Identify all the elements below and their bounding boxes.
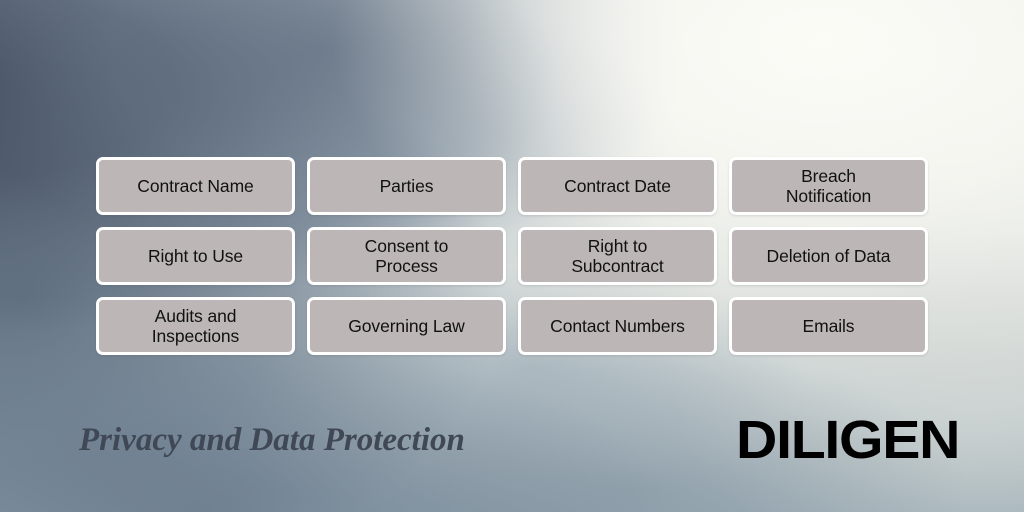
tile-breach-notification[interactable]: Breach Notification [729,157,928,215]
tile-label: Contract Name [137,176,254,196]
tile-consent-to-process[interactable]: Consent to Process [307,227,506,285]
tile-parties[interactable]: Parties [307,157,506,215]
tile-contract-date[interactable]: Contract Date [518,157,717,215]
tile-label: Deletion of Data [766,246,891,266]
tile-emails[interactable]: Emails [729,297,928,355]
tile-label: Breach Notification [785,166,872,206]
tile-label: Right to Use [147,246,244,266]
tile-right-to-use[interactable]: Right to Use [96,227,295,285]
tile-label: Governing Law [348,316,465,336]
tile-contract-name[interactable]: Contract Name [96,157,295,215]
tile-label: Parties [379,176,434,196]
tile-deletion-of-data[interactable]: Deletion of Data [729,227,928,285]
tile-contact-numbers[interactable]: Contact Numbers [518,297,717,355]
tile-label: Right to Subcontract [571,236,664,276]
tile-label: Contact Numbers [550,316,685,336]
tile-label: Audits and Inspections [151,306,240,346]
slide-canvas: Contract Name Parties Contract Date Brea… [0,0,1024,512]
tile-right-to-subcontract[interactable]: Right to Subcontract [518,227,717,285]
tile-grid: Contract Name Parties Contract Date Brea… [96,157,928,355]
tile-governing-law[interactable]: Governing Law [307,297,506,355]
tile-label: Consent to Process [364,236,449,276]
tile-label: Emails [802,316,855,336]
brand-logo: DILIGEN [736,410,961,470]
tile-label: Contract Date [564,176,671,196]
tile-audits-and-inspections[interactable]: Audits and Inspections [96,297,295,355]
slide-title: Privacy and Data Protection [79,422,465,458]
